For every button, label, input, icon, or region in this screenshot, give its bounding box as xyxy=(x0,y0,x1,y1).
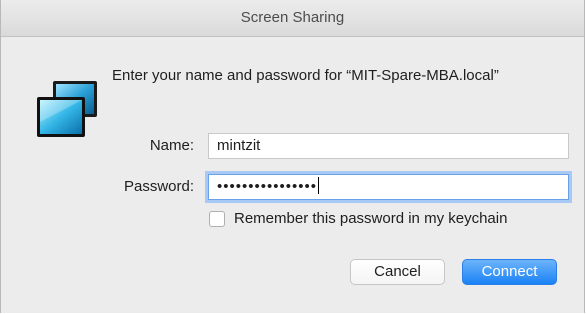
remember-password-label[interactable]: Remember this password in my keychain xyxy=(234,210,507,227)
screen-sharing-window: Screen Sharing Enter your name and passw… xyxy=(0,0,585,313)
cancel-button[interactable]: Cancel xyxy=(350,259,445,285)
password-field[interactable]: •••••••••••••••• xyxy=(208,174,569,200)
connect-button[interactable]: Connect xyxy=(462,259,557,285)
password-value: •••••••••••••••• xyxy=(217,178,318,195)
login-dialog: Enter your name and password for “MIT-Sp… xyxy=(1,37,584,313)
title-bar[interactable]: Screen Sharing xyxy=(1,0,584,37)
dialog-prompt: Enter your name and password for “MIT-Sp… xyxy=(112,67,499,84)
remember-password-checkbox[interactable] xyxy=(209,211,225,227)
name-value: mintzit xyxy=(217,137,261,154)
password-label: Password: xyxy=(123,178,194,195)
name-field[interactable]: mintzit xyxy=(208,133,569,159)
text-caret xyxy=(318,177,320,194)
window-title: Screen Sharing xyxy=(240,9,345,26)
screen-sharing-icon xyxy=(33,77,101,141)
name-label: Name: xyxy=(149,137,194,154)
